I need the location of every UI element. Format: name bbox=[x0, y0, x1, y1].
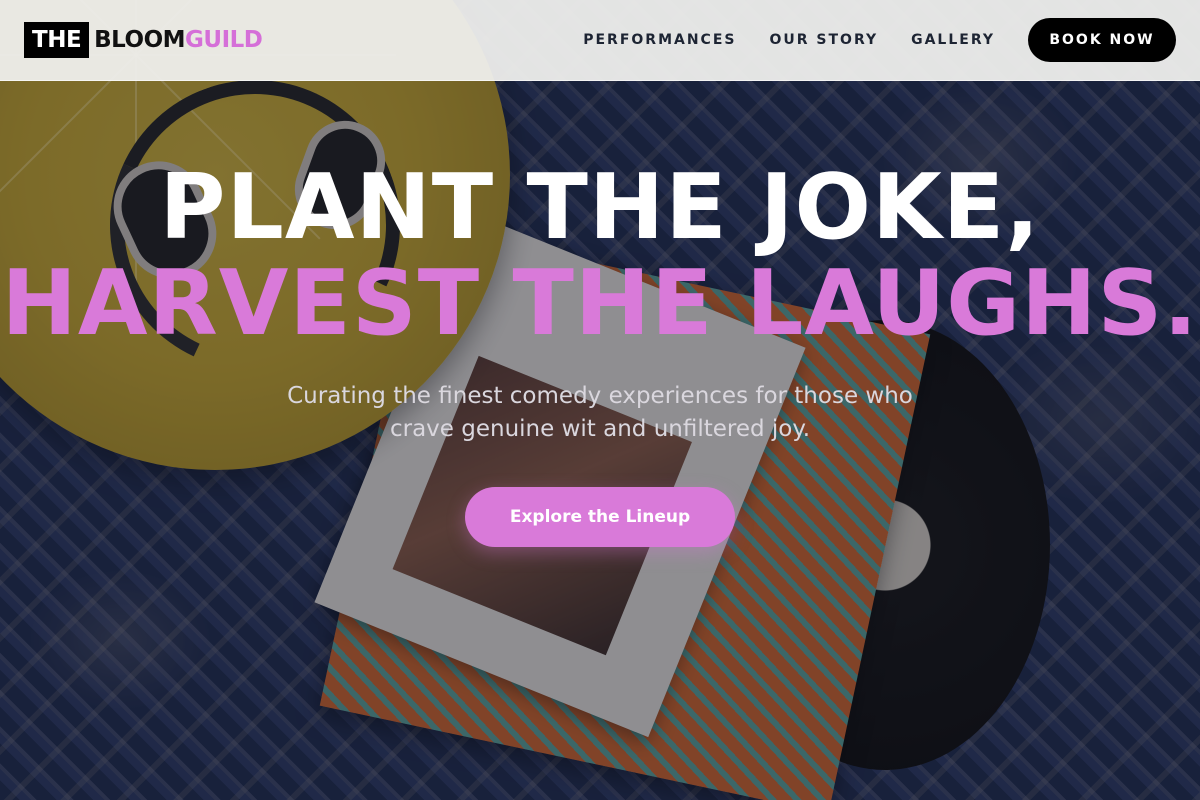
logo-main-text: BLOOM bbox=[94, 27, 186, 53]
hero-headline: PLANT THE JOKE, HARVEST THE LAUGHS. bbox=[0, 160, 1200, 352]
headline-line-1: PLANT THE JOKE, bbox=[159, 155, 1041, 260]
hero-content: PLANT THE JOKE, HARVEST THE LAUGHS. Cura… bbox=[0, 160, 1200, 547]
nav-link-performances[interactable]: PERFORMANCES bbox=[583, 32, 736, 48]
top-navbar: THE BLOOM GUILD PERFORMANCES OUR STORY G… bbox=[0, 0, 1200, 81]
explore-lineup-button[interactable]: Explore the Lineup bbox=[465, 487, 735, 547]
nav-link-gallery[interactable]: GALLERY bbox=[911, 32, 995, 48]
nav-links: PERFORMANCES OUR STORY GALLERY BOOK NOW bbox=[583, 18, 1176, 62]
hero-subtitle: Curating the finest comedy experiences f… bbox=[287, 383, 913, 442]
logo-accent-text: GUILD bbox=[185, 27, 263, 53]
brand-logo[interactable]: THE BLOOM GUILD bbox=[24, 22, 263, 58]
book-now-button[interactable]: BOOK NOW bbox=[1028, 18, 1176, 62]
logo-box-text: THE bbox=[24, 22, 90, 58]
headline-line-2: HARVEST THE LAUGHS. bbox=[1, 251, 1199, 356]
nav-link-our-story[interactable]: OUR STORY bbox=[769, 32, 878, 48]
